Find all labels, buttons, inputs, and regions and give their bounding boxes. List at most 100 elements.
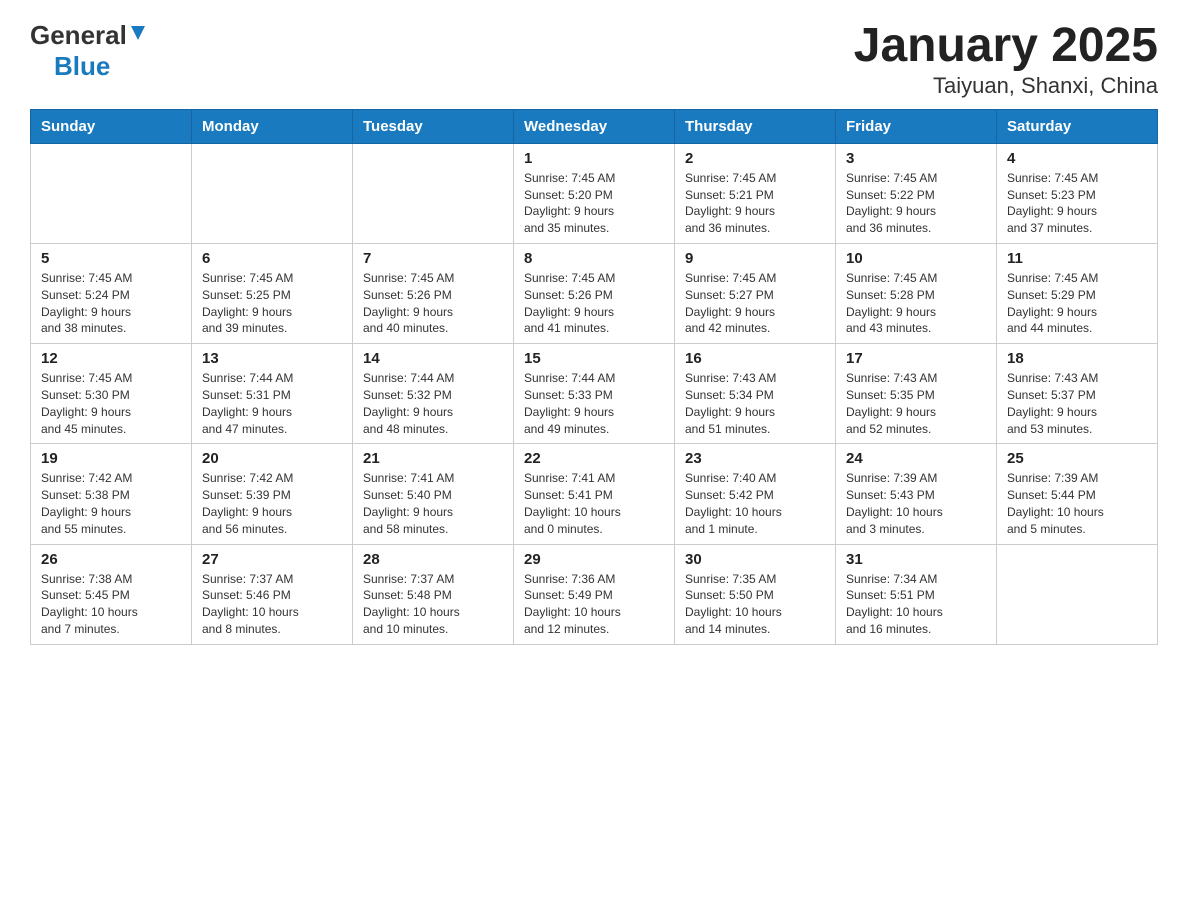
day-number: 23: [685, 450, 825, 467]
day-number: 8: [524, 250, 664, 267]
day-info: Sunrise: 7:45 AMSunset: 5:24 PMDaylight:…: [41, 270, 181, 337]
calendar-cell: 2Sunrise: 7:45 AMSunset: 5:21 PMDaylight…: [675, 143, 836, 243]
day-info: Sunrise: 7:44 AMSunset: 5:33 PMDaylight:…: [524, 370, 664, 437]
day-info: Sunrise: 7:40 AMSunset: 5:42 PMDaylight:…: [685, 470, 825, 537]
day-number: 6: [202, 250, 342, 267]
day-number: 17: [846, 350, 986, 367]
day-number: 24: [846, 450, 986, 467]
logo-arrow-icon: [129, 24, 147, 47]
day-info: Sunrise: 7:45 AMSunset: 5:23 PMDaylight:…: [1007, 170, 1147, 237]
calendar-cell: 9 Sunrise: 7:45 AMSunset: 5:27 PMDaylight…: [675, 243, 836, 343]
day-number: 12: [41, 350, 181, 367]
calendar-cell: [31, 143, 192, 243]
calendar-cell: 17 Sunrise: 7:43 AMSunset: 5:35 PMDayligh…: [836, 344, 997, 444]
calendar-cell: 23 Sunrise: 7:40 AMSunset: 5:42 PMDayligh…: [675, 444, 836, 544]
day-info: Sunrise: 7:45 AMSunset: 5:26 PMDaylight:…: [363, 270, 503, 337]
page-header: General Blue January 2025 Taiyuan, Shanx…: [30, 20, 1158, 99]
calendar-cell: 24 Sunrise: 7:39 AMSunset: 5:43 PMDayligh…: [836, 444, 997, 544]
day-number: 2: [685, 150, 825, 167]
calendar-cell: 10Sunrise: 7:45 AMSunset: 5:28 PMDayligh…: [836, 243, 997, 343]
day-number: 4: [1007, 150, 1147, 167]
day-info: Sunrise: 7:43 AMSunset: 5:37 PMDaylight:…: [1007, 370, 1147, 437]
day-number: 7: [363, 250, 503, 267]
day-number: 25: [1007, 450, 1147, 467]
calendar-cell: 18 Sunrise: 7:43 AMSunset: 5:37 PMDayligh…: [997, 344, 1158, 444]
calendar-week-row: 12 Sunrise: 7:45 AMSunset: 5:30 PMDayligh…: [31, 344, 1158, 444]
day-number: 11: [1007, 250, 1147, 267]
calendar-cell: 13Sunrise: 7:44 AMSunset: 5:31 PMDayligh…: [192, 344, 353, 444]
day-number: 19: [41, 450, 181, 467]
weekday-header-row: Sunday Monday Tuesday Wednesday Thursday…: [31, 109, 1158, 143]
calendar-cell: 6Sunrise: 7:45 AMSunset: 5:25 PMDaylight…: [192, 243, 353, 343]
day-info: Sunrise: 7:34 AMSunset: 5:51 PMDaylight:…: [846, 571, 986, 638]
logo-blue-text: Blue: [54, 51, 110, 82]
logo: General Blue: [30, 20, 147, 82]
calendar-cell: 31 Sunrise: 7:34 AMSunset: 5:51 PMDayligh…: [836, 544, 997, 644]
calendar-cell: [997, 544, 1158, 644]
calendar-cell: 30Sunrise: 7:35 AMSunset: 5:50 PMDayligh…: [675, 544, 836, 644]
day-number: 22: [524, 450, 664, 467]
calendar-cell: 21Sunrise: 7:41 AMSunset: 5:40 PMDayligh…: [353, 444, 514, 544]
weekday-monday: Monday: [192, 109, 353, 143]
day-info: Sunrise: 7:44 AMSunset: 5:32 PMDaylight:…: [363, 370, 503, 437]
day-number: 20: [202, 450, 342, 467]
weekday-sunday: Sunday: [31, 109, 192, 143]
day-info: Sunrise: 7:43 AMSunset: 5:34 PMDaylight:…: [685, 370, 825, 437]
day-info: Sunrise: 7:38 AMSunset: 5:45 PMDaylight:…: [41, 571, 181, 638]
day-number: 1: [524, 150, 664, 167]
day-info: Sunrise: 7:39 AMSunset: 5:43 PMDaylight:…: [846, 470, 986, 537]
day-info: Sunrise: 7:37 AMSunset: 5:48 PMDaylight:…: [363, 571, 503, 638]
day-info: Sunrise: 7:45 AMSunset: 5:22 PMDaylight:…: [846, 170, 986, 237]
weekday-wednesday: Wednesday: [514, 109, 675, 143]
calendar-cell: 20 Sunrise: 7:42 AMSunset: 5:39 PMDayligh…: [192, 444, 353, 544]
calendar-cell: [192, 143, 353, 243]
day-info: Sunrise: 7:45 AMSunset: 5:29 PMDaylight:…: [1007, 270, 1147, 337]
calendar-cell: 19 Sunrise: 7:42 AMSunset: 5:38 PMDayligh…: [31, 444, 192, 544]
day-info: Sunrise: 7:45 AMSunset: 5:30 PMDaylight:…: [41, 370, 181, 437]
day-number: 18: [1007, 350, 1147, 367]
calendar-cell: 29 Sunrise: 7:36 AMSunset: 5:49 PMDayligh…: [514, 544, 675, 644]
calendar-cell: 5 Sunrise: 7:45 AMSunset: 5:24 PMDaylight…: [31, 243, 192, 343]
day-info: Sunrise: 7:45 AMSunset: 5:20 PMDaylight:…: [524, 170, 664, 237]
calendar-cell: 14 Sunrise: 7:44 AMSunset: 5:32 PMDayligh…: [353, 344, 514, 444]
calendar-cell: 12 Sunrise: 7:45 AMSunset: 5:30 PMDayligh…: [31, 344, 192, 444]
day-number: 14: [363, 350, 503, 367]
calendar-cell: 8 Sunrise: 7:45 AMSunset: 5:26 PMDaylight…: [514, 243, 675, 343]
day-info: Sunrise: 7:41 AMSunset: 5:41 PMDaylight:…: [524, 470, 664, 537]
day-number: 5: [41, 250, 181, 267]
calendar-subtitle: Taiyuan, Shanxi, China: [854, 73, 1158, 99]
day-number: 10: [846, 250, 986, 267]
logo-general-text: General: [30, 20, 127, 51]
calendar-table: Sunday Monday Tuesday Wednesday Thursday…: [30, 109, 1158, 645]
calendar-week-row: 1 Sunrise: 7:45 AMSunset: 5:20 PMDaylight…: [31, 143, 1158, 243]
calendar-cell: 7 Sunrise: 7:45 AMSunset: 5:26 PMDaylight…: [353, 243, 514, 343]
day-info: Sunrise: 7:39 AMSunset: 5:44 PMDaylight:…: [1007, 470, 1147, 537]
weekday-thursday: Thursday: [675, 109, 836, 143]
day-number: 9: [685, 250, 825, 267]
weekday-saturday: Saturday: [997, 109, 1158, 143]
day-number: 15: [524, 350, 664, 367]
day-info: Sunrise: 7:35 AMSunset: 5:50 PMDaylight:…: [685, 571, 825, 638]
day-number: 26: [41, 551, 181, 568]
calendar-cell: 1 Sunrise: 7:45 AMSunset: 5:20 PMDaylight…: [514, 143, 675, 243]
day-number: 29: [524, 551, 664, 568]
day-info: Sunrise: 7:44 AMSunset: 5:31 PMDaylight:…: [202, 370, 342, 437]
day-info: Sunrise: 7:43 AMSunset: 5:35 PMDaylight:…: [846, 370, 986, 437]
calendar-cell: 27Sunrise: 7:37 AMSunset: 5:46 PMDayligh…: [192, 544, 353, 644]
day-info: Sunrise: 7:42 AMSunset: 5:38 PMDaylight:…: [41, 470, 181, 537]
day-number: 28: [363, 551, 503, 568]
day-info: Sunrise: 7:36 AMSunset: 5:49 PMDaylight:…: [524, 571, 664, 638]
day-info: Sunrise: 7:42 AMSunset: 5:39 PMDaylight:…: [202, 470, 342, 537]
day-number: 31: [846, 551, 986, 568]
calendar-cell: 15 Sunrise: 7:44 AMSunset: 5:33 PMDayligh…: [514, 344, 675, 444]
weekday-tuesday: Tuesday: [353, 109, 514, 143]
day-info: Sunrise: 7:37 AMSunset: 5:46 PMDaylight:…: [202, 571, 342, 638]
calendar-cell: 3Sunrise: 7:45 AMSunset: 5:22 PMDaylight…: [836, 143, 997, 243]
calendar-cell: 25 Sunrise: 7:39 AMSunset: 5:44 PMDayligh…: [997, 444, 1158, 544]
calendar-week-row: 5 Sunrise: 7:45 AMSunset: 5:24 PMDaylight…: [31, 243, 1158, 343]
day-number: 16: [685, 350, 825, 367]
day-info: Sunrise: 7:45 AMSunset: 5:27 PMDaylight:…: [685, 270, 825, 337]
calendar-cell: 28 Sunrise: 7:37 AMSunset: 5:48 PMDayligh…: [353, 544, 514, 644]
day-info: Sunrise: 7:45 AMSunset: 5:26 PMDaylight:…: [524, 270, 664, 337]
day-info: Sunrise: 7:41 AMSunset: 5:40 PMDaylight:…: [363, 470, 503, 537]
